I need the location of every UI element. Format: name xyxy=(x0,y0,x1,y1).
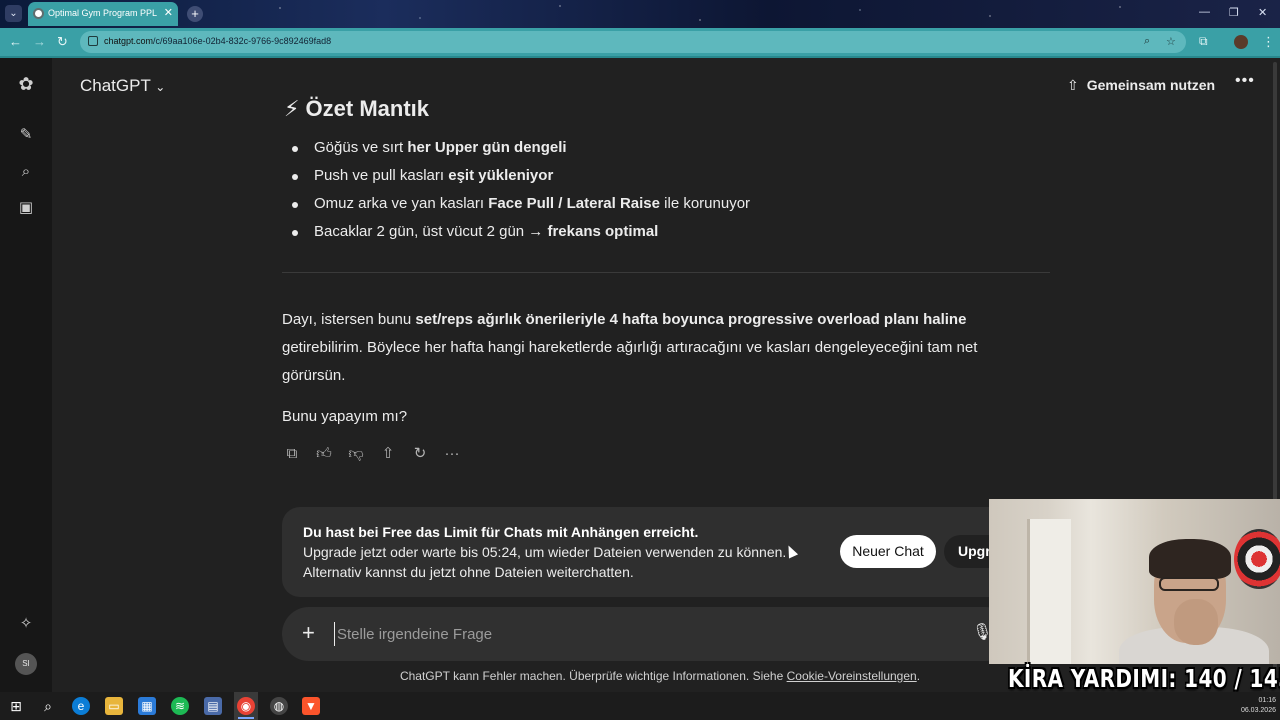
composer: + 🎙︎ xyxy=(282,607,1012,661)
webcam-person-hair xyxy=(1149,539,1231,579)
webcam-person-glasses xyxy=(1159,577,1219,591)
sidebar-rail: ✿ ✎ ⌕ ▣ ✧ SI xyxy=(0,58,52,692)
extensions-icon[interactable]: ⧉ xyxy=(1199,34,1208,49)
file-explorer-icon[interactable]: ▭ xyxy=(105,697,123,715)
summary-list: Göğüs ve sırt her Upper gün dengeli Push… xyxy=(290,138,750,250)
webcam-person-hand xyxy=(1174,599,1218,645)
site-info-icon[interactable] xyxy=(88,36,98,46)
divider xyxy=(282,272,1050,273)
store-icon[interactable]: ▦ xyxy=(138,697,156,715)
model-label: ChatGPT xyxy=(80,76,151,95)
library-icon[interactable]: ▣ xyxy=(17,199,35,217)
clock-time: 01:16 xyxy=(1258,697,1276,704)
webcam-door xyxy=(1027,519,1071,664)
assistant-question: Bunu yapayım mı? xyxy=(282,408,408,425)
add-attachment-icon[interactable]: + xyxy=(302,620,315,646)
reload-icon[interactable]: ↻ xyxy=(57,34,68,50)
list-item: Bacaklar 2 gün, üst vücut 2 gün → frekan… xyxy=(290,222,750,250)
taskbar-search-icon[interactable]: ⌕ xyxy=(39,697,57,715)
stream-overlay-text: KİRA YARDIMI: 140 / 145 xyxy=(1008,664,1280,693)
browser-tab-strip: ⌄ Optimal Gym Program PPL ✕ + — ❐ ✕ xyxy=(0,0,1280,28)
openai-logo-icon[interactable]: ✿ xyxy=(17,75,35,93)
obs-icon[interactable]: ◍ xyxy=(270,697,288,715)
upgrade-sparkle-icon[interactable]: ✧ xyxy=(17,615,35,633)
back-icon[interactable]: ← xyxy=(9,34,22,49)
openai-favicon-icon xyxy=(33,8,44,19)
forward-icon[interactable]: → xyxy=(33,34,46,49)
section-heading: ⚡ Özet Mantık xyxy=(284,96,430,121)
browser-toolbar: ← → ↻ chatgpt.com/c/69aa106e-02b4-832c-9… xyxy=(0,28,1280,56)
url-text[interactable]: chatgpt.com/c/69aa106e-02b4-832c-9766-9c… xyxy=(104,36,331,46)
windows-start-icon[interactable]: ⊞ xyxy=(7,697,25,715)
share-label: Gemeinsam nutzen xyxy=(1086,77,1216,93)
search-chats-icon[interactable]: ⌕ xyxy=(17,163,35,181)
close-window-icon[interactable]: ✕ xyxy=(1258,6,1267,19)
cookie-settings-link[interactable]: Cookie-Voreinstellungen xyxy=(787,669,917,683)
edge-icon[interactable]: e xyxy=(72,697,90,715)
clock-date: 06.03.2026 xyxy=(1240,707,1276,714)
restore-window-icon[interactable]: ❐ xyxy=(1229,6,1239,19)
assistant-paragraph: Dayı, istersen bunu set/reps ağırlık öne… xyxy=(282,311,978,384)
chrome-icon[interactable]: ◉ xyxy=(237,697,255,715)
limit-banner: Du hast bei Free das Limit für Chats mit… xyxy=(282,507,1034,597)
user-avatar[interactable]: SI xyxy=(15,653,37,675)
system-clock[interactable]: 01:16 06.03.2026 xyxy=(1236,696,1276,716)
tab-search-icon[interactable]: ⌄ xyxy=(5,5,22,22)
active-app-indicator xyxy=(238,717,254,719)
share-message-icon[interactable]: ⇧ xyxy=(378,444,398,464)
bookmark-star-icon[interactable]: ☆ xyxy=(1166,35,1176,48)
chevron-down-icon: ⌄ xyxy=(155,80,166,94)
address-bar[interactable]: chatgpt.com/c/69aa106e-02b4-832c-9766-9c… xyxy=(80,31,1186,53)
profile-avatar-icon[interactable] xyxy=(1234,35,1248,49)
minimize-window-icon[interactable]: — xyxy=(1199,6,1210,18)
chat-header: ChatGPT ⌄ ⇧ Gemeinsam nutzen ••• xyxy=(52,58,1268,110)
banner-line-1: Upgrade jetzt oder warte bis 05:24, um w… xyxy=(303,544,787,560)
tab-title: Optimal Gym Program PPL xyxy=(48,8,158,18)
banner-line-2: Alternativ kannst du jetzt ohne Dateien … xyxy=(303,564,634,580)
more-options-icon[interactable]: ••• xyxy=(1235,72,1255,90)
share-icon: ⇧ xyxy=(1067,77,1079,93)
browser-menu-icon[interactable]: ⋮ xyxy=(1262,34,1275,50)
zoom-search-icon[interactable]: ⌕ xyxy=(1144,35,1150,48)
copy-icon[interactable]: ⧉ xyxy=(282,444,302,464)
spotify-icon[interactable]: ≋ xyxy=(171,697,189,715)
list-item: Push ve pull kasları eşit yükleniyor xyxy=(290,166,750,194)
webcam-overlay xyxy=(989,499,1280,664)
webcam-dartboard xyxy=(1234,529,1280,589)
tab-close-icon[interactable]: ✕ xyxy=(164,6,173,19)
more-actions-icon[interactable]: ··· xyxy=(442,444,462,464)
browser-tab-active[interactable]: Optimal Gym Program PPL ✕ xyxy=(28,2,178,26)
new-chat-button[interactable]: Neuer Chat xyxy=(840,535,936,568)
regenerate-icon[interactable]: ↻ xyxy=(410,444,430,464)
list-item: Göğüs ve sırt her Upper gün dengeli xyxy=(290,138,750,166)
brave-icon[interactable]: ▼ xyxy=(302,697,320,715)
model-selector[interactable]: ChatGPT ⌄ xyxy=(80,76,165,96)
prompt-input[interactable] xyxy=(334,622,934,646)
thumbs-up-icon[interactable]: 👍︎ xyxy=(314,444,334,464)
thumbs-down-icon[interactable]: 👎︎ xyxy=(346,444,366,464)
new-tab-button[interactable]: + xyxy=(187,6,203,22)
new-chat-icon[interactable]: ✎ xyxy=(17,126,35,144)
windows-taskbar: ⊞ ⌕ e ▭ ▦ ≋ ▤ ◉ ◍ ▼ xyxy=(0,692,1280,720)
banner-title: Du hast bei Free das Limit für Chats mit… xyxy=(303,524,699,540)
calculator-icon[interactable]: ▤ xyxy=(204,697,222,715)
list-item: Omuz arka ve yan kasları Face Pull / Lat… xyxy=(290,194,750,222)
share-button[interactable]: ⇧ Gemeinsam nutzen xyxy=(1067,77,1215,94)
